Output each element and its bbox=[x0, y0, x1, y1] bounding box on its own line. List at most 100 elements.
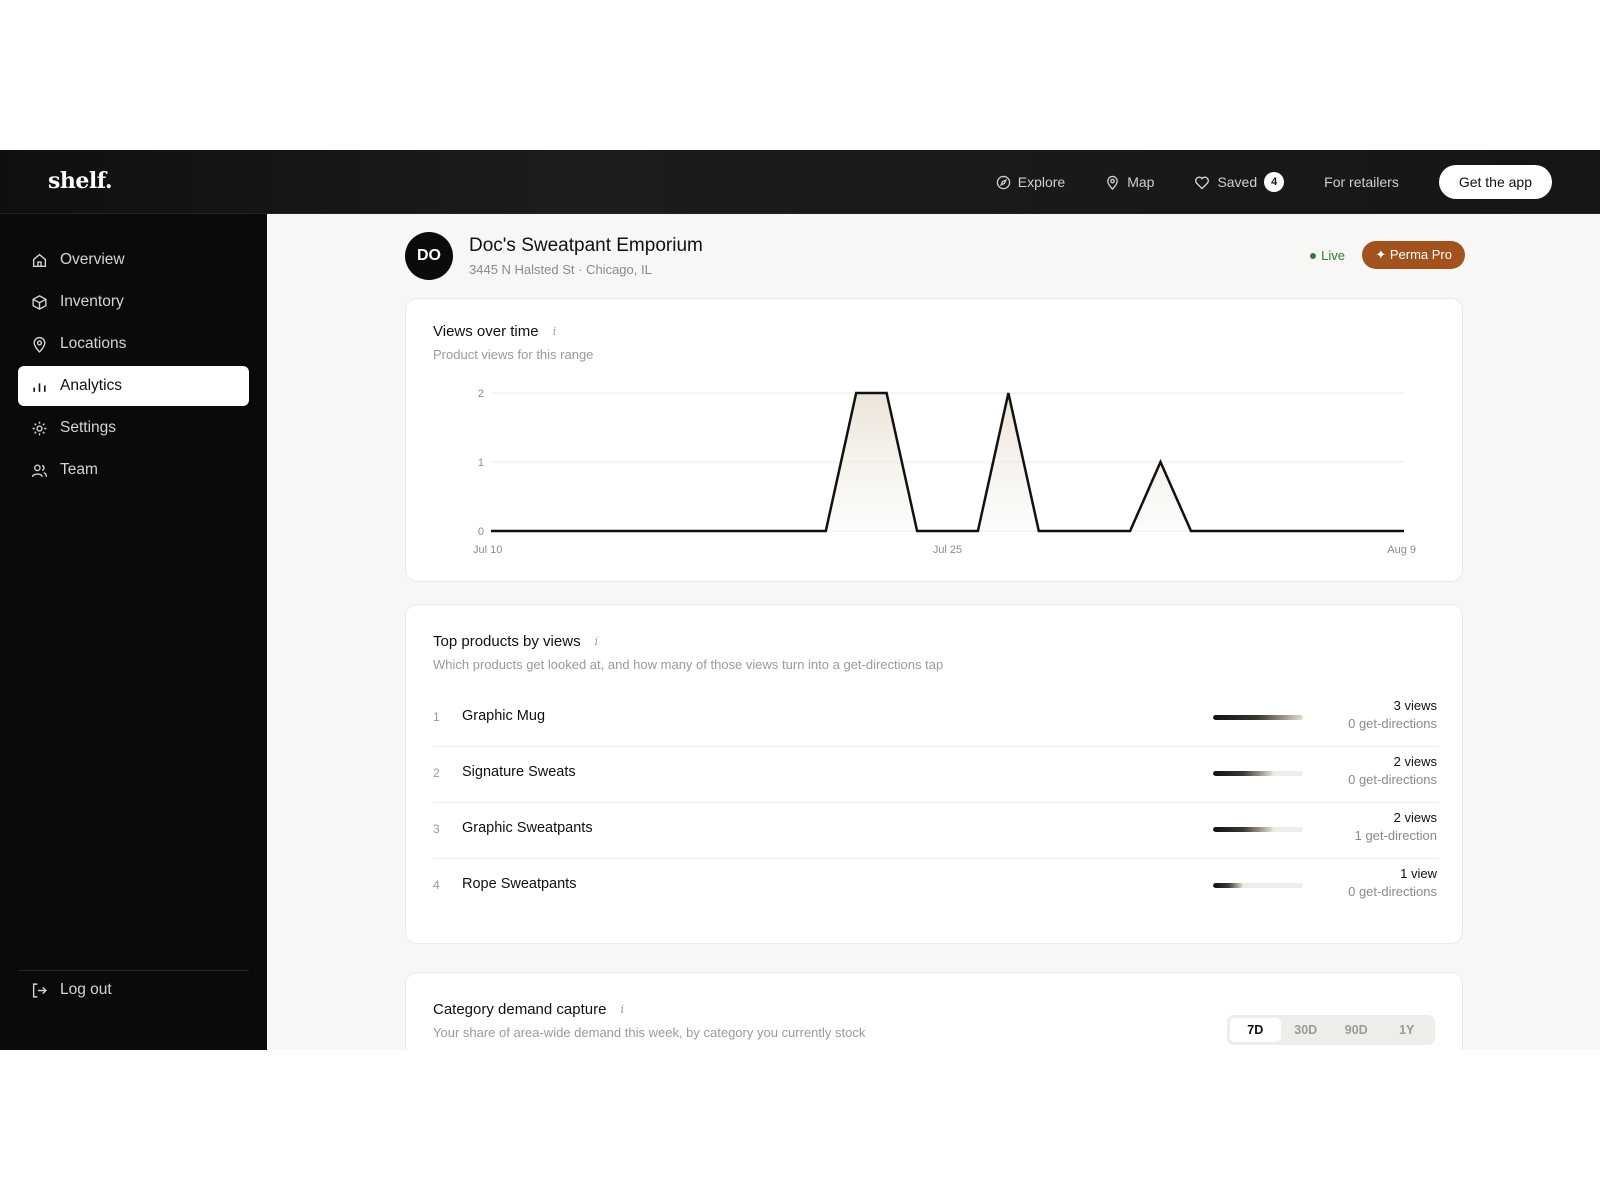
sidebar-item-label: Locations bbox=[60, 335, 127, 352]
chart-point[interactable] bbox=[1185, 525, 1197, 537]
chart-point[interactable] bbox=[1337, 525, 1349, 537]
live-status-badge: Live bbox=[1310, 248, 1345, 263]
product-rank: 4 bbox=[433, 878, 440, 892]
chart-point[interactable] bbox=[576, 525, 588, 537]
category-card-title-row: Category demand capture i bbox=[433, 1001, 624, 1018]
nav-map[interactable]: Map bbox=[1105, 174, 1154, 190]
main-nav: Explore Map Saved 4 For retailers Get th… bbox=[956, 150, 1552, 214]
sidebar-item-locations[interactable]: Locations bbox=[18, 324, 249, 364]
sidebar-item-label: Inventory bbox=[60, 293, 124, 310]
nav-saved[interactable]: Saved 4 bbox=[1194, 172, 1285, 192]
product-name: Signature Sweats bbox=[462, 764, 576, 780]
chart-point[interactable] bbox=[1398, 525, 1410, 537]
home-icon bbox=[32, 253, 47, 267]
nav-explore-label: Explore bbox=[1017, 174, 1066, 190]
nav-retailers-label: For retailers bbox=[1324, 174, 1399, 190]
compass-icon bbox=[996, 175, 1010, 189]
main-content: DO Doc's Sweatpant Emporium 3445 N Halst… bbox=[267, 214, 1600, 1050]
sidebar-item-analytics[interactable]: Analytics bbox=[18, 366, 249, 406]
gear-icon bbox=[32, 421, 47, 435]
chart-point[interactable] bbox=[1246, 525, 1258, 537]
sidebar-item-label: Overview bbox=[60, 251, 125, 268]
product-views-bar-fill bbox=[1213, 771, 1274, 776]
chart-point[interactable] bbox=[607, 525, 619, 537]
info-icon[interactable]: i bbox=[620, 1003, 624, 1016]
chart-point[interactable] bbox=[942, 525, 954, 537]
sidebar-item-inventory[interactable]: Inventory bbox=[18, 282, 249, 322]
chart-point[interactable] bbox=[515, 525, 527, 537]
table-row[interactable]: 2 Signature Sweats 2 views 0 get-directi… bbox=[433, 747, 1437, 803]
chart-point[interactable] bbox=[911, 525, 923, 537]
chart-point[interactable] bbox=[728, 525, 740, 537]
table-row[interactable]: 4 Rope Sweatpants 1 view 0 get-direction… bbox=[433, 859, 1437, 915]
app-window: shelf. Explore Map Saved 4 For retailers… bbox=[0, 150, 1600, 1050]
info-icon[interactable]: i bbox=[595, 635, 599, 648]
category-demand-card: Category demand capture i Your share of … bbox=[405, 972, 1463, 1050]
chart-point[interactable] bbox=[820, 525, 832, 537]
range-option-30d[interactable]: 30D bbox=[1281, 1018, 1332, 1042]
store-header: DO Doc's Sweatpant Emporium 3445 N Halst… bbox=[405, 232, 1465, 282]
sidebar-item-overview[interactable]: Overview bbox=[18, 240, 249, 280]
range-option-7d[interactable]: 7D bbox=[1230, 1018, 1281, 1042]
users-icon bbox=[31, 463, 48, 477]
nav-explore[interactable]: Explore bbox=[996, 174, 1065, 190]
get-the-app-button[interactable]: Get the app bbox=[1438, 165, 1552, 199]
products-card-title: Top products by views bbox=[433, 633, 581, 650]
map-pin-icon bbox=[1107, 175, 1119, 190]
sidebar-item-team[interactable]: Team bbox=[18, 450, 249, 490]
box-icon bbox=[32, 294, 47, 310]
chart-point[interactable] bbox=[1368, 525, 1380, 537]
chart-point[interactable] bbox=[881, 387, 893, 399]
chart-point[interactable] bbox=[1002, 387, 1014, 399]
sidebar-item-label: Analytics bbox=[60, 377, 123, 394]
chart-point[interactable] bbox=[972, 525, 984, 537]
product-views-bar bbox=[1213, 715, 1303, 720]
range-toggle: 7D 30D 90D 1Y bbox=[1227, 1015, 1435, 1045]
heart-icon bbox=[1195, 176, 1210, 189]
chart-point[interactable] bbox=[1124, 525, 1136, 537]
top-navigation-bar: shelf. Explore Map Saved 4 For retailers… bbox=[0, 150, 1600, 214]
views-area-chart: 0 1 2 Jul 10 Jul 25 Aug 9 bbox=[473, 387, 1416, 556]
table-row[interactable]: 3 Graphic Sweatpants 2 views 1 get-direc… bbox=[433, 803, 1437, 859]
y-tick-label: 0 bbox=[478, 526, 484, 538]
product-views-bar bbox=[1213, 883, 1303, 888]
chart-point[interactable] bbox=[850, 387, 862, 399]
chart-point[interactable] bbox=[759, 525, 771, 537]
brand-logo[interactable]: shelf. bbox=[48, 168, 113, 194]
chart-point[interactable] bbox=[1215, 525, 1227, 537]
chart-point[interactable] bbox=[668, 525, 680, 537]
range-option-90d[interactable]: 90D bbox=[1331, 1018, 1382, 1042]
product-name: Graphic Sweatpants bbox=[462, 820, 593, 836]
logout-button[interactable]: Log out bbox=[18, 970, 249, 1010]
chart-point[interactable] bbox=[789, 525, 801, 537]
chart-point[interactable] bbox=[485, 525, 497, 537]
chart-point[interactable] bbox=[546, 525, 558, 537]
plan-badge[interactable]: ✦ Perma Pro bbox=[1362, 241, 1465, 269]
nav-saved-label: Saved bbox=[1217, 174, 1258, 190]
chart-point[interactable] bbox=[1094, 525, 1106, 537]
product-views-bar bbox=[1213, 771, 1303, 776]
sidebar-item-settings[interactable]: Settings bbox=[18, 408, 249, 448]
table-row[interactable]: 1 Graphic Mug 3 views 0 get-directions bbox=[433, 691, 1437, 747]
logout-label: Log out bbox=[60, 981, 112, 998]
sidebar-item-label: Settings bbox=[60, 419, 117, 436]
product-directions: 0 get-directions bbox=[1348, 716, 1437, 731]
store-address: 3445 N Halsted St · Chicago, IL bbox=[469, 262, 652, 277]
chart-point[interactable] bbox=[637, 525, 649, 537]
chart-point[interactable] bbox=[1063, 525, 1075, 537]
chart-point[interactable] bbox=[1155, 456, 1167, 468]
chart-point[interactable] bbox=[698, 525, 710, 537]
category-card-subtitle: Your share of area-wide demand this week… bbox=[433, 1025, 866, 1040]
product-directions: 0 get-directions bbox=[1348, 884, 1437, 899]
product-directions: 1 get-direction bbox=[1354, 828, 1437, 843]
chart-point[interactable] bbox=[1033, 525, 1045, 537]
chart-point[interactable] bbox=[1276, 525, 1288, 537]
y-tick-label: 1 bbox=[478, 457, 484, 469]
range-option-1y[interactable]: 1Y bbox=[1382, 1018, 1433, 1042]
product-rank: 2 bbox=[433, 766, 440, 780]
nav-for-retailers[interactable]: For retailers bbox=[1324, 174, 1399, 190]
nav-map-label: Map bbox=[1127, 174, 1155, 190]
chart-point[interactable] bbox=[1307, 525, 1319, 537]
product-views: 2 views bbox=[1393, 810, 1437, 825]
store-name: Doc's Sweatpant Emporium bbox=[469, 235, 703, 256]
